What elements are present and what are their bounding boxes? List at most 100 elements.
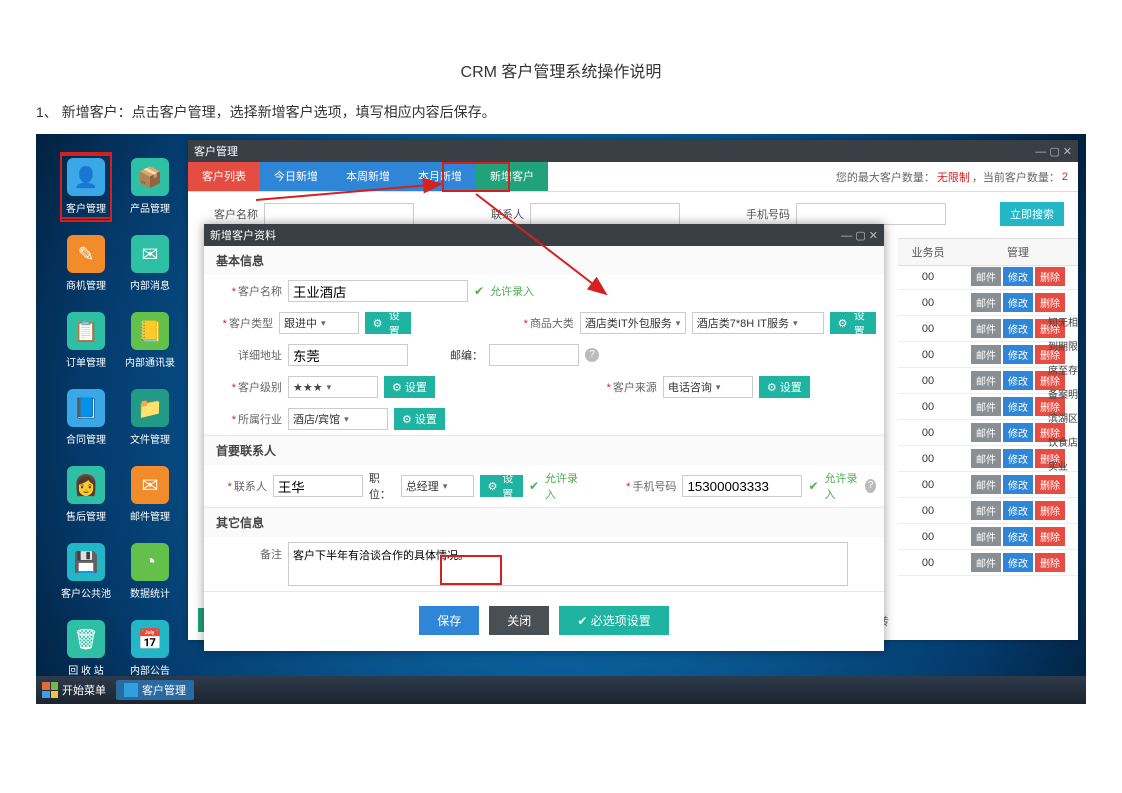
desktop-icon-客户公共池[interactable]: 💾客户公共池	[64, 543, 108, 600]
input-postcode[interactable]	[489, 344, 579, 366]
app-label: 内部消息	[130, 277, 170, 292]
row-edit-button[interactable]: 修改	[1003, 423, 1033, 442]
gear-source[interactable]: ⚙ 设置	[759, 376, 810, 398]
row-edit-button[interactable]: 修改	[1003, 397, 1033, 416]
gear-type[interactable]: ⚙ 设置	[365, 312, 411, 334]
desktop-icon-商机管理[interactable]: ✎商机管理	[64, 235, 108, 292]
col-salesperson: 业务员	[898, 239, 958, 265]
tab-add-customer[interactable]: 新增客户	[476, 162, 548, 191]
select-bigcat-2[interactable]: 酒店类7*8H IT服务	[692, 312, 824, 334]
cell-salesperson: 00	[898, 479, 958, 491]
select-bigcat-1[interactable]: 酒店类IT外包服务	[580, 312, 686, 334]
doc-title: CRM 客户管理系统操作说明	[36, 58, 1086, 82]
row-edit-button[interactable]: 修改	[1003, 319, 1033, 338]
desktop-icon-合同管理[interactable]: 📘合同管理	[64, 389, 108, 446]
customer-tabs: 客户列表 今日新增 本周新增 本月新增 新增客户 您的最大客户数量： 无限制 ，…	[188, 162, 1078, 192]
row-mail-button[interactable]: 邮件	[971, 553, 1001, 572]
row-delete-button[interactable]: 删除	[1035, 501, 1065, 520]
col-ops: 管理	[958, 239, 1078, 265]
select-level[interactable]: ★★★	[288, 376, 378, 398]
close-button[interactable]: 关闭	[489, 606, 549, 635]
label-customer-name: 客户名称	[202, 206, 258, 222]
row-mail-button[interactable]: 邮件	[971, 267, 1001, 286]
desktop-icons: 👤客户管理 📦产品管理 ✎商机管理 ✉内部消息 📋订单管理 📒内部通讯录 📘合同管理 📁文件管…	[64, 158, 172, 704]
app-label: 客户管理	[66, 200, 106, 215]
tab-today-new[interactable]: 今日新增	[260, 162, 332, 191]
input-phone[interactable]	[682, 475, 802, 497]
select-position[interactable]: 总经理	[401, 475, 474, 497]
row-edit-button[interactable]: 修改	[1003, 527, 1033, 546]
app-icon: 📁	[131, 389, 169, 427]
input-customer-name[interactable]	[288, 280, 468, 302]
desktop-icon-订单管理[interactable]: 📋订单管理	[64, 312, 108, 369]
app-label: 回 收 站	[68, 662, 104, 677]
desktop-icon-回 收 站[interactable]: 🗑回 收 站	[64, 620, 108, 677]
desktop-icon-内部公告[interactable]: 📅内部公告	[128, 620, 172, 677]
search-phone-input[interactable]	[796, 203, 946, 225]
desktop-icon-邮件管理[interactable]: ✉邮件管理	[128, 466, 172, 523]
gear-bigcat[interactable]: ⚙ 设置	[830, 312, 876, 334]
row-edit-button[interactable]: 修改	[1003, 449, 1033, 468]
select-source[interactable]: 电话咨询	[663, 376, 753, 398]
app-label: 产品管理	[130, 200, 170, 215]
tab-customer-list[interactable]: 客户列表	[188, 162, 260, 191]
row-mail-button[interactable]: 邮件	[971, 475, 1001, 494]
desktop-icon-内部消息[interactable]: ✉内部消息	[128, 235, 172, 292]
row-edit-button[interactable]: 修改	[1003, 267, 1033, 286]
start-menu[interactable]: 开始菜单	[42, 682, 106, 698]
tab-week-new[interactable]: 本周新增	[332, 162, 404, 191]
allow-input-2: 允许录入	[545, 470, 580, 502]
modal-title: 新增客户资料	[210, 227, 276, 243]
row-mail-button[interactable]: 邮件	[971, 449, 1001, 468]
row-mail-button[interactable]: 邮件	[971, 423, 1001, 442]
cell-salesperson: 00	[898, 349, 958, 361]
row-mail-button[interactable]: 邮件	[971, 397, 1001, 416]
row-edit-button[interactable]: 修改	[1003, 553, 1033, 572]
row-delete-button[interactable]: 删除	[1035, 293, 1065, 312]
required-settings-button[interactable]: ✔ 必选项设置	[559, 606, 668, 635]
row-edit-button[interactable]: 修改	[1003, 293, 1033, 312]
desktop-icon-售后管理[interactable]: 👩售后管理	[64, 466, 108, 523]
row-mail-button[interactable]: 邮件	[971, 527, 1001, 546]
gear-level[interactable]: ⚙ 设置	[384, 376, 435, 398]
input-address[interactable]	[288, 344, 408, 366]
gear-industry[interactable]: ⚙ 设置	[394, 408, 445, 430]
modal-controls[interactable]: — ▢ ✕	[841, 229, 878, 242]
input-contact[interactable]	[273, 475, 363, 497]
row-delete-button[interactable]: 删除	[1035, 553, 1065, 572]
row-mail-button[interactable]: 邮件	[971, 501, 1001, 520]
results-header: 业务员 管理	[898, 238, 1078, 266]
search-button[interactable]: 立即搜索	[1000, 202, 1064, 226]
row-mail-button[interactable]: 邮件	[971, 293, 1001, 312]
select-customer-type[interactable]: 跟进中	[279, 312, 359, 334]
label-position: 职位：	[369, 470, 395, 502]
check-icon: ✔	[474, 284, 484, 298]
app-label: 商机管理	[66, 277, 106, 292]
desktop-icon-产品管理[interactable]: 📦产品管理	[128, 158, 172, 215]
row-delete-button[interactable]: 删除	[1035, 527, 1065, 546]
select-industry[interactable]: 酒店/宾馆	[288, 408, 388, 430]
window-controls[interactable]: — ▢ ✕	[1035, 145, 1072, 158]
search-contact-input[interactable]	[530, 203, 680, 225]
desktop-icon-文件管理[interactable]: 📁文件管理	[128, 389, 172, 446]
row-mail-button[interactable]: 邮件	[971, 319, 1001, 338]
desktop-icon-内部通讯录[interactable]: 📒内部通讯录	[128, 312, 172, 369]
row-mail-button[interactable]: 邮件	[971, 371, 1001, 390]
row-delete-button[interactable]: 删除	[1035, 267, 1065, 286]
row-edit-button[interactable]: 修改	[1003, 475, 1033, 494]
row-edit-button[interactable]: 修改	[1003, 371, 1033, 390]
search-name-input[interactable]	[264, 203, 414, 225]
taskbar-customer-mgmt[interactable]: 客户管理	[116, 680, 194, 700]
app-icon: 📒	[131, 312, 169, 350]
gear-position[interactable]: ⚙ 设置	[480, 475, 523, 497]
textarea-remark[interactable]: 客户下半年有洽谈合作的具体情况。	[288, 542, 848, 586]
row-edit-button[interactable]: 修改	[1003, 501, 1033, 520]
cell-salesperson: 00	[898, 557, 958, 569]
row-mail-button[interactable]: 邮件	[971, 345, 1001, 364]
tab-month-new[interactable]: 本月新增	[404, 162, 476, 191]
desktop-icon-数据统计[interactable]: ◔数据统计	[128, 543, 172, 600]
row-edit-button[interactable]: 修改	[1003, 345, 1033, 364]
save-button[interactable]: 保存	[419, 606, 479, 635]
allow-input-1: 允许录入	[490, 283, 534, 299]
desktop-icon-客户管理[interactable]: 👤客户管理	[64, 158, 108, 215]
